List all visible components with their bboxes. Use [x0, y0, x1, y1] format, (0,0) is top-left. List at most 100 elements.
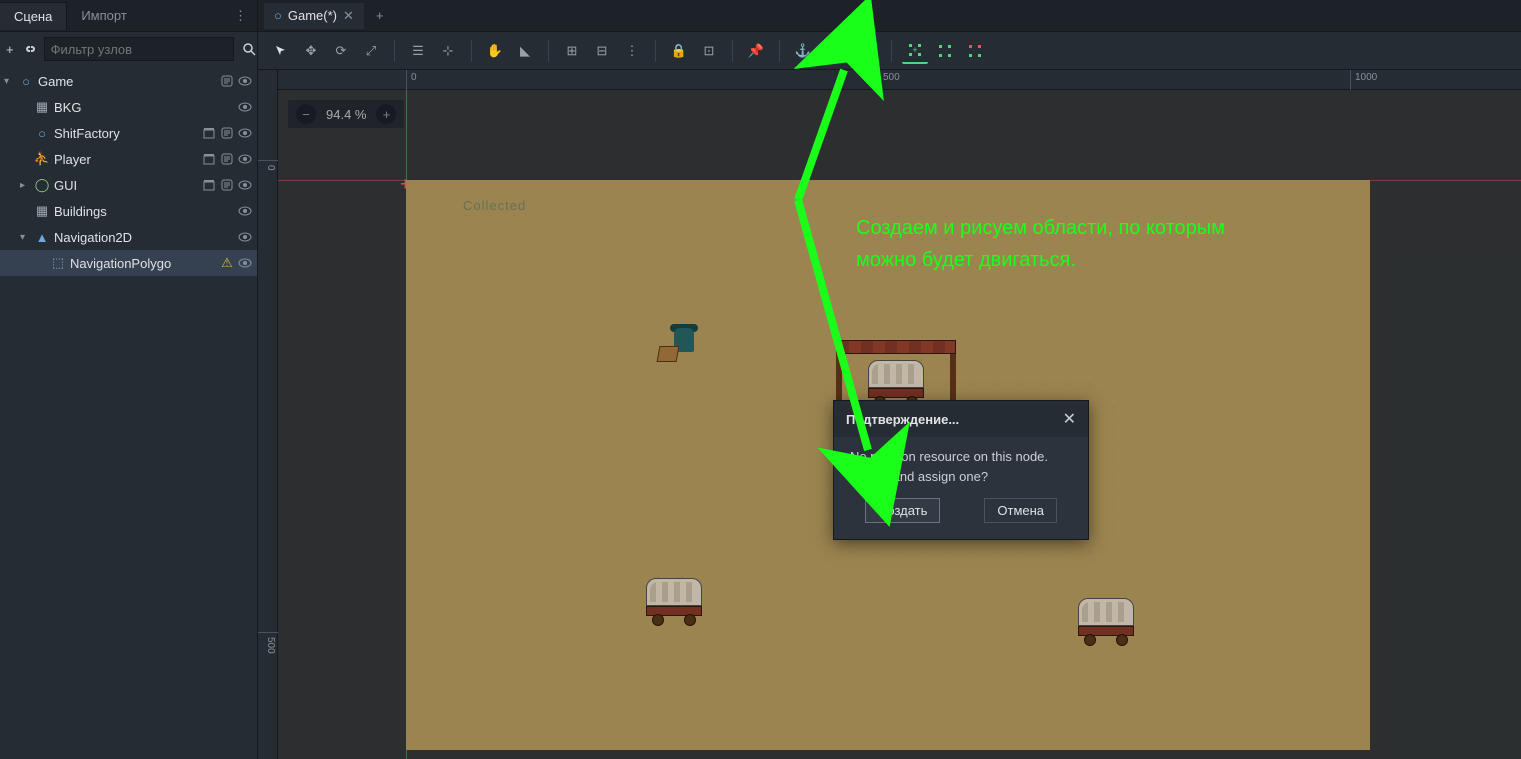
- toolbar-separator: [826, 40, 827, 62]
- dialog-titlebar[interactable]: Подтверждение... ✕: [834, 401, 1088, 437]
- eye-icon[interactable]: [237, 125, 253, 141]
- snap-toggle-icon[interactable]: ⊞: [559, 38, 585, 64]
- anchor-icon[interactable]: ⚓: [790, 38, 816, 64]
- polygon-edit-icon[interactable]: [932, 38, 958, 64]
- group-icon[interactable]: ⊡: [696, 38, 722, 64]
- control-icon: ◯: [34, 177, 50, 193]
- origin-cross-icon: +: [400, 174, 412, 186]
- lock-icon[interactable]: 🔒: [666, 38, 692, 64]
- warn-icon[interactable]: ⚠: [219, 255, 235, 271]
- filter-nodes-input[interactable]: [44, 37, 234, 61]
- tab-game-label: Game(*): [288, 8, 337, 23]
- scale-tool-icon[interactable]: ⤢: [358, 38, 384, 64]
- zoom-control: − 94.4 % +: [288, 100, 404, 128]
- ruler-tick: 500: [258, 632, 278, 654]
- main-tabs: ○ Game(*) ✕ +: [258, 0, 1521, 32]
- main-editor: ○ Game(*) ✕ + ✥ ⟳ ⤢ ☰ ⊹ ✋ ◣ ⊞ ⊟ ⋮ 🔒 ⊡ 📌 …: [258, 0, 1521, 759]
- polygon-delete-icon[interactable]: [962, 38, 988, 64]
- dialog-close-icon[interactable]: ✕: [1063, 409, 1076, 429]
- tree-node-label: Buildings: [54, 204, 237, 219]
- link-node-icon[interactable]: [22, 37, 36, 61]
- eye-icon[interactable]: [237, 203, 253, 219]
- tree-node-bkg[interactable]: ▦ BKG: [0, 94, 257, 120]
- toolbar-separator: [891, 40, 892, 62]
- tree-node-player[interactable]: ⛹ Player: [0, 146, 257, 172]
- tree-node-label: Player: [54, 152, 201, 167]
- view-menu[interactable]: Вид: [837, 38, 881, 64]
- script-icon[interactable]: [219, 151, 235, 167]
- collected-label: Collected: [463, 198, 526, 213]
- scene-icon[interactable]: [201, 151, 217, 167]
- zoom-out-icon[interactable]: −: [296, 104, 316, 124]
- sprite-wagon-4: [1078, 598, 1134, 642]
- scene-panel-tabs: Сцена Импорт ⋮: [0, 0, 257, 32]
- navpoly-icon: ⬚: [50, 255, 66, 271]
- cancel-button[interactable]: Отмена: [984, 498, 1057, 523]
- tree-node-label: Navigation2D: [54, 230, 237, 245]
- toolbar-separator: [394, 40, 395, 62]
- tab-game-scene[interactable]: ○ Game(*) ✕: [264, 3, 364, 29]
- polygon-create-icon[interactable]: +: [902, 38, 928, 64]
- add-node-icon[interactable]: +: [6, 37, 14, 61]
- zoom-in-icon[interactable]: +: [376, 104, 396, 124]
- toolbar-separator: [471, 40, 472, 62]
- grid-icon: ▦: [34, 99, 50, 115]
- tree-node-buildings[interactable]: ▦ Buildings: [0, 198, 257, 224]
- select-tool-icon[interactable]: [268, 38, 294, 64]
- eye-icon[interactable]: [237, 99, 253, 115]
- sprite-wagon-3: [646, 578, 702, 622]
- tree-node-navigation2d[interactable]: ▾ ▲ Navigation2D: [0, 224, 257, 250]
- move-tool-icon[interactable]: ✥: [298, 38, 324, 64]
- eye-icon[interactable]: [237, 151, 253, 167]
- eye-icon[interactable]: [237, 255, 253, 271]
- ruler-tick: 0: [406, 70, 421, 90]
- tree-node-navigationpolygo[interactable]: ⬚ NavigationPolygo ⚠: [0, 250, 257, 276]
- snap-grid-icon[interactable]: ⊟: [589, 38, 615, 64]
- scene-panel: Сцена Импорт ⋮ + ▾ ○ Game ▦ BKG ○ ShitFa…: [0, 0, 258, 759]
- tree-node-label: NavigationPolygo: [70, 256, 219, 271]
- search-icon[interactable]: [242, 37, 256, 61]
- scene-icon[interactable]: [201, 125, 217, 141]
- tree-node-label: BKG: [54, 100, 237, 115]
- svg-text:+: +: [912, 45, 917, 55]
- toolbar-separator: [779, 40, 780, 62]
- dialog-title-text: Подтверждение...: [846, 412, 959, 427]
- create-button[interactable]: Создать: [865, 498, 940, 523]
- ruler-tick: 500: [878, 70, 904, 90]
- script-icon[interactable]: [219, 125, 235, 141]
- rotate-tool-icon[interactable]: ⟳: [328, 38, 354, 64]
- ruler-horizontal: 05001000: [258, 70, 1521, 90]
- ruler-tick: 0: [258, 160, 278, 171]
- tree-node-label: Game: [38, 74, 219, 89]
- tree-node-shitfactory[interactable]: ○ ShitFactory: [0, 120, 257, 146]
- eye-icon[interactable]: [237, 229, 253, 245]
- tab-import[interactable]: Импорт: [67, 2, 140, 29]
- tree-node-game[interactable]: ▾ ○ Game: [0, 68, 257, 94]
- tab-scene[interactable]: Сцена: [0, 2, 67, 30]
- scene-icon[interactable]: [201, 177, 217, 193]
- sprite-player: [664, 328, 698, 368]
- toolbar-separator: [548, 40, 549, 62]
- script-icon[interactable]: [219, 177, 235, 193]
- pan-tool-icon[interactable]: ✋: [482, 38, 508, 64]
- panel-menu-icon[interactable]: ⋮: [224, 8, 257, 24]
- ruler-tool-icon[interactable]: ⊹: [435, 38, 461, 64]
- eye-icon[interactable]: [237, 73, 253, 89]
- snap-options-icon[interactable]: ⋮: [619, 38, 645, 64]
- ruler2-tool-icon[interactable]: ◣: [512, 38, 538, 64]
- eye-icon[interactable]: [237, 177, 253, 193]
- add-tab-icon[interactable]: +: [366, 4, 394, 27]
- pin-icon[interactable]: 📌: [743, 38, 769, 64]
- script-icon[interactable]: [219, 73, 235, 89]
- scene-toolbar: +: [0, 32, 257, 66]
- dialog-message: No polygon resource on this node. Create…: [850, 447, 1072, 486]
- expand-arrow-icon[interactable]: ▾: [4, 76, 18, 87]
- tree-node-gui[interactable]: ▸ ◯ GUI: [0, 172, 257, 198]
- grid-icon: ▦: [34, 203, 50, 219]
- sprite-wagon-2: [868, 360, 924, 404]
- node2d-icon: ○: [34, 125, 50, 141]
- expand-arrow-icon[interactable]: ▾: [20, 232, 34, 243]
- close-tab-icon[interactable]: ✕: [343, 8, 354, 24]
- list-tool-icon[interactable]: ☰: [405, 38, 431, 64]
- expand-arrow-icon[interactable]: ▸: [20, 180, 34, 191]
